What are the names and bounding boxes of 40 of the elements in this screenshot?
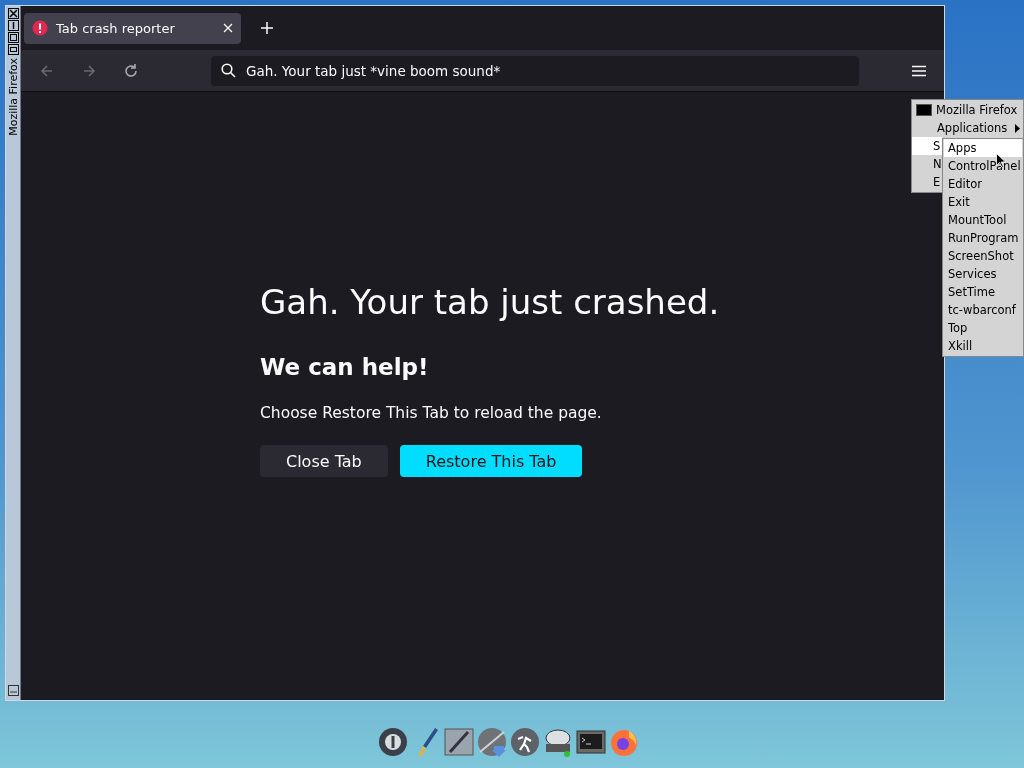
- menu-icon[interactable]: [912, 64, 926, 77]
- window-title: Mozilla Firefox: [6, 58, 20, 136]
- minimize-icon[interactable]: [7, 20, 19, 31]
- menu-item[interactable]: SetTime: [944, 283, 1022, 301]
- menu-item[interactable]: E: [912, 173, 942, 191]
- shade-icon[interactable]: [7, 44, 19, 55]
- maximize-icon[interactable]: [7, 32, 19, 43]
- power-icon[interactable]: [378, 726, 408, 758]
- menu-item[interactable]: Top: [944, 319, 1022, 337]
- search-icon: [221, 63, 236, 78]
- menu-item[interactable]: MountTool: [944, 211, 1022, 229]
- submenu-arrow-icon: [1015, 123, 1020, 133]
- address-text: Gah. Your tab just *vine boom sound*: [246, 62, 501, 79]
- menu-item[interactable]: tc-wbarconf: [944, 301, 1022, 319]
- window-icon: [916, 104, 932, 116]
- warning-icon: [32, 20, 48, 36]
- tab-title: Tab crash reporter: [56, 20, 176, 36]
- resize-icon[interactable]: [7, 685, 19, 696]
- restore-tab-button[interactable]: Restore This Tab: [399, 445, 583, 477]
- menu-item[interactable]: ControlPanel: [944, 157, 1022, 175]
- help-message: Choose Restore This Tab to reload the page.: [260, 404, 602, 422]
- menu-item[interactable]: Mozilla Firefox: [912, 101, 1023, 119]
- menu-item[interactable]: Services: [944, 265, 1022, 283]
- menu-item[interactable]: Xkill: [944, 337, 1022, 355]
- menu-item[interactable]: Editor: [944, 175, 1022, 193]
- address-bar[interactable]: Gah. Your tab just *vine boom sound*: [211, 55, 859, 86]
- menu-item[interactable]: Applications: [912, 119, 1023, 137]
- menu-item[interactable]: ScreenShot: [944, 247, 1022, 265]
- menu-item[interactable]: Apps: [944, 139, 1022, 157]
- hard-drive-icon[interactable]: [543, 726, 573, 758]
- close-icon[interactable]: [7, 8, 19, 19]
- browser-tab[interactable]: Tab crash reporter: [24, 12, 241, 44]
- crash-heading: Gah. Your tab just crashed.: [260, 282, 720, 322]
- menu-item[interactable]: N: [912, 155, 942, 173]
- help-heading: We can help!: [260, 354, 429, 380]
- menu-item[interactable]: RunProgram: [944, 229, 1022, 247]
- menu-item[interactable]: S: [912, 137, 942, 155]
- close-tab-button[interactable]: Close Tab: [260, 445, 388, 477]
- menu-item[interactable]: Exit: [944, 193, 1022, 211]
- plus-icon[interactable]: [261, 22, 273, 34]
